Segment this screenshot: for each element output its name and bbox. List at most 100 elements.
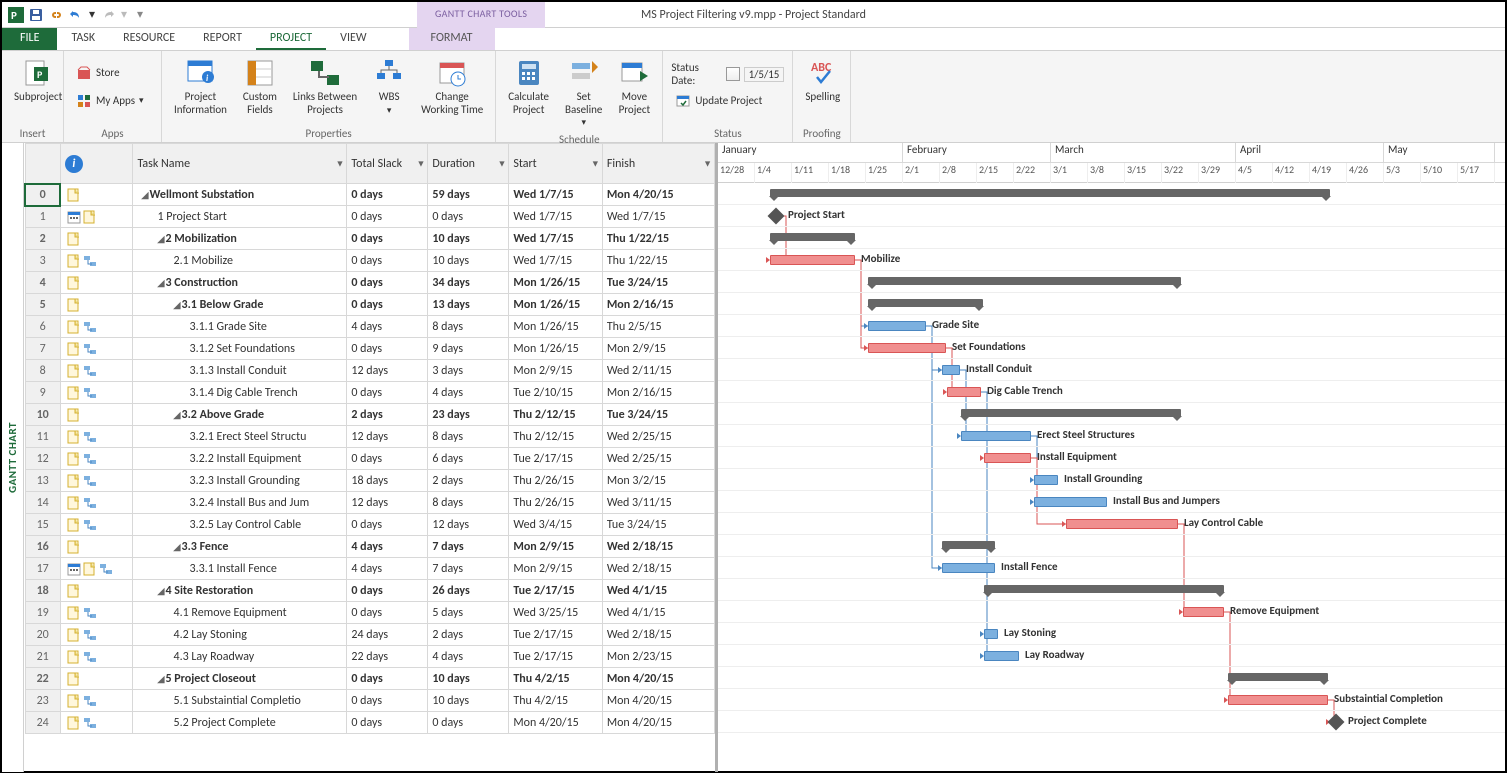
start-cell[interactable]: Wed 1/7/15 [509, 250, 602, 272]
gantt-bar[interactable] [947, 387, 981, 397]
gantt-row[interactable] [718, 403, 1505, 425]
row-id[interactable]: 14 [25, 492, 60, 514]
gantt-row[interactable] [718, 667, 1505, 689]
gantt-bar[interactable] [770, 255, 855, 265]
gantt-bar[interactable] [1034, 475, 1058, 485]
total-slack-cell[interactable]: 22 days [347, 646, 428, 668]
finish-cell[interactable]: Wed 2/18/15 [602, 624, 714, 646]
task-name-cell[interactable]: 3.2.1 Erect Steel Structu [133, 426, 347, 448]
gantt-bar[interactable] [984, 453, 1031, 463]
duration-cell[interactable]: 59 days [428, 184, 509, 206]
gantt-bar[interactable] [868, 299, 983, 307]
tab-format[interactable]: FORMAT [409, 28, 495, 50]
finish-cell[interactable]: Thu 1/22/15 [602, 250, 714, 272]
store-button[interactable]: Store [72, 63, 148, 83]
row-id[interactable]: 3 [25, 250, 60, 272]
column-totalslack[interactable]: Total Slack▼ [347, 144, 428, 184]
app-icon[interactable]: P [8, 7, 24, 23]
total-slack-cell[interactable]: 0 days [347, 690, 428, 712]
task-name-cell[interactable]: 4.1 Remove Equipment [133, 602, 347, 624]
total-slack-cell[interactable]: 0 days [347, 602, 428, 624]
total-slack-cell[interactable]: 0 days [347, 206, 428, 228]
total-slack-cell[interactable]: 4 days [347, 558, 428, 580]
task-name-cell[interactable]: 3.1.1 Grade Site [133, 316, 347, 338]
task-name-cell[interactable]: 3.2.4 Install Bus and Jum [133, 492, 347, 514]
column-start[interactable]: Start▼ [509, 144, 602, 184]
start-cell[interactable]: Mon 1/26/15 [509, 316, 602, 338]
column-taskname[interactable]: Task Name▼ [133, 144, 347, 184]
view-sidebar[interactable]: GANTT CHART [2, 143, 24, 772]
finish-cell[interactable]: Tue 3/24/15 [602, 272, 714, 294]
total-slack-cell[interactable]: 0 days [347, 448, 428, 470]
total-slack-cell[interactable]: 4 days [347, 536, 428, 558]
undo-dropdown-icon[interactable]: ▾ [88, 7, 96, 23]
gantt-row[interactable]: Install Grounding [718, 469, 1505, 491]
row-id[interactable]: 17 [25, 558, 60, 580]
finish-cell[interactable]: Mon 4/20/15 [602, 690, 714, 712]
gantt-bar[interactable] [770, 233, 855, 241]
finish-cell[interactable]: Thu 2/5/15 [602, 316, 714, 338]
start-cell[interactable]: Wed 3/4/15 [509, 514, 602, 536]
redo-icon[interactable] [100, 7, 116, 23]
start-cell[interactable]: Mon 2/9/15 [509, 558, 602, 580]
duration-cell[interactable]: 8 days [428, 316, 509, 338]
gantt-bar[interactable] [868, 343, 946, 353]
duration-cell[interactable]: 0 days [428, 206, 509, 228]
duration-cell[interactable]: 7 days [428, 558, 509, 580]
status-date-value[interactable]: 1/5/15 [744, 67, 785, 82]
milestone-marker[interactable] [768, 208, 785, 225]
gantt-bar[interactable] [961, 409, 1181, 417]
gantt-bar[interactable] [942, 563, 995, 573]
save-icon[interactable] [28, 7, 44, 23]
gantt-row[interactable]: Mobilize [718, 249, 1505, 271]
column-indicators[interactable]: i [60, 144, 133, 184]
links-between-projects-button[interactable]: Links Between Projects [289, 55, 361, 118]
duration-cell[interactable]: 9 days [428, 338, 509, 360]
start-cell[interactable]: Thu 2/26/15 [509, 470, 602, 492]
calculate-project-button[interactable]: Calculate Project [504, 55, 553, 118]
duration-cell[interactable]: 4 days [428, 646, 509, 668]
redo-dropdown-icon[interactable]: ▾ [120, 7, 128, 23]
row-id[interactable]: 16 [25, 536, 60, 558]
gantt-row[interactable]: Lay Control Cable [718, 513, 1505, 535]
row-id[interactable]: 5 [25, 294, 60, 316]
table-row[interactable]: 245.2 Project Complete0 days0 daysMon 4/… [25, 712, 715, 734]
gantt-bar[interactable] [1183, 607, 1224, 617]
task-name-cell[interactable]: ◢2 Mobilization [133, 228, 347, 250]
task-name-cell[interactable]: 3.1.3 Install Conduit [133, 360, 347, 382]
row-id[interactable]: 10 [25, 404, 60, 426]
column-id[interactable] [25, 144, 60, 184]
table-row[interactable]: 93.1.4 Dig Cable Trench0 days4 daysTue 2… [25, 382, 715, 404]
gantt-row[interactable]: Lay Roadway [718, 645, 1505, 667]
start-cell[interactable]: Wed 1/7/15 [509, 228, 602, 250]
table-row[interactable]: 235.1 Substaintial Completio0 days10 day… [25, 690, 715, 712]
column-finish[interactable]: Finish▼ [602, 144, 714, 184]
task-sheet[interactable]: i Task Name▼ Total Slack▼ Duration▼ Star… [24, 143, 718, 772]
finish-cell[interactable]: Wed 3/11/15 [602, 492, 714, 514]
duration-cell[interactable]: 6 days [428, 448, 509, 470]
duration-cell[interactable]: 10 days [428, 250, 509, 272]
gantt-row[interactable]: Dig Cable Trench [718, 381, 1505, 403]
total-slack-cell[interactable]: 0 days [347, 228, 428, 250]
task-name-cell[interactable]: ◢3 Construction [133, 272, 347, 294]
row-id[interactable]: 4 [25, 272, 60, 294]
row-id[interactable]: 20 [25, 624, 60, 646]
start-cell[interactable]: Wed 1/7/15 [509, 184, 602, 206]
table-row[interactable]: 63.1.1 Grade Site4 days8 daysMon 1/26/15… [25, 316, 715, 338]
total-slack-cell[interactable]: 0 days [347, 184, 428, 206]
finish-cell[interactable]: Mon 3/2/15 [602, 470, 714, 492]
start-cell[interactable]: Tue 2/10/15 [509, 382, 602, 404]
task-name-cell[interactable]: 3.3.1 Install Fence [133, 558, 347, 580]
row-id[interactable]: 12 [25, 448, 60, 470]
duration-cell[interactable]: 13 days [428, 294, 509, 316]
duration-cell[interactable]: 2 days [428, 470, 509, 492]
gantt-bar[interactable] [1228, 695, 1328, 705]
total-slack-cell[interactable]: 0 days [347, 514, 428, 536]
task-name-cell[interactable]: 1 Project Start [133, 206, 347, 228]
total-slack-cell[interactable]: 4 days [347, 316, 428, 338]
gantt-bar[interactable] [942, 541, 995, 549]
gantt-row[interactable]: Install Equipment [718, 447, 1505, 469]
gantt-row[interactable] [718, 293, 1505, 315]
task-name-cell[interactable]: ◢3.3 Fence [133, 536, 347, 558]
task-name-cell[interactable]: 5.2 Project Complete [133, 712, 347, 734]
